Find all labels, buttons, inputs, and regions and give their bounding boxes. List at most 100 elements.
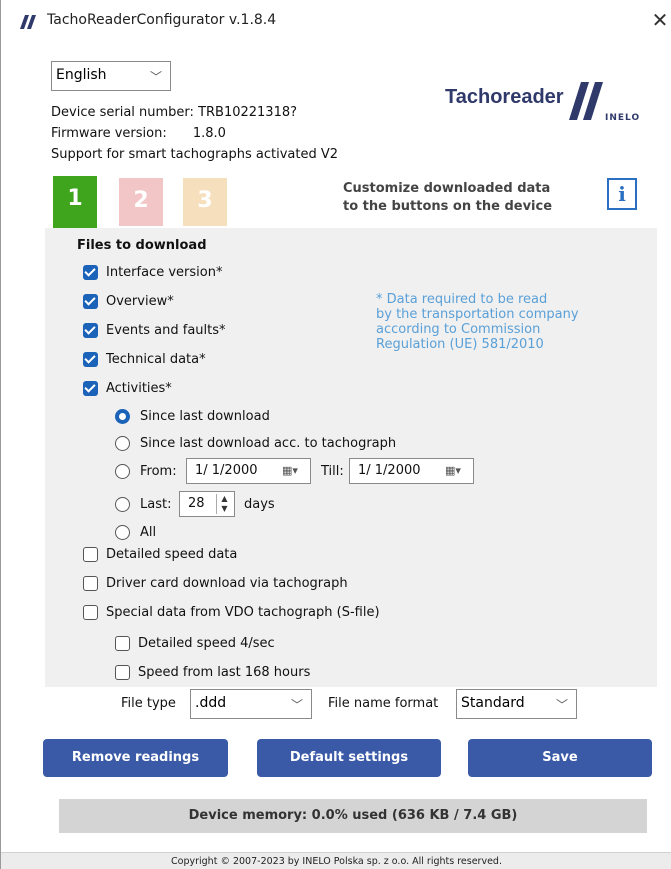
checkbox-label: Speed from last 168 hours: [138, 664, 311, 680]
radio-since-last-download[interactable]: Since last download: [115, 406, 270, 426]
copyright-footer: Copyright © 2007-2023 by INELO Polska sp…: [1, 852, 671, 869]
radio-label: All: [140, 524, 157, 540]
save-button[interactable]: Save: [468, 739, 652, 777]
note-line: according to Commission: [376, 322, 541, 337]
file-type-label: File type: [121, 696, 176, 711]
required-data-note: * Data required to be read by the transp…: [376, 292, 579, 352]
brand-slashes-icon: [569, 82, 603, 120]
checkbox-events-faults[interactable]: Events and faults*: [83, 320, 226, 340]
files-heading: Files to download: [77, 238, 207, 253]
info-icon[interactable]: i: [607, 178, 637, 210]
checkbox-label: Driver card download via tachograph: [106, 575, 348, 591]
radio-selected-icon: [115, 408, 130, 424]
note-line: * Data required to be read: [376, 292, 548, 307]
checkbox-unchecked-icon: [83, 604, 98, 620]
checkbox-label: Interface version*: [106, 264, 223, 280]
customize-hint: Customize downloaded data to the buttons…: [343, 180, 552, 216]
checkbox-activities[interactable]: Activities*: [83, 378, 172, 398]
radio-label: From:: [140, 463, 177, 479]
from-date-value: 1/ 1/2000: [195, 463, 258, 478]
note-line: by the transportation company: [376, 307, 579, 322]
checkbox-label: Events and faults*: [106, 322, 226, 338]
checkbox-interface-version[interactable]: Interface version*: [83, 262, 222, 282]
checkbox-label: Special data from VDO tachograph (S-file…: [106, 604, 380, 620]
note-line: Regulation (UE) 581/2010: [376, 337, 544, 352]
tachoreader-logo-icon: [20, 15, 36, 29]
till-date-value: 1/ 1/2000: [358, 463, 421, 478]
firmware-line: Firmware version: 1.8.0: [51, 126, 226, 141]
serial-number-line: Device serial number: TRB10221318?: [51, 105, 297, 120]
till-label: Till:: [321, 464, 344, 479]
file-name-format-select[interactable]: Standard ﹀: [456, 689, 577, 719]
brand-subtitle: INELO: [605, 113, 641, 123]
radio-unselected-icon: [115, 496, 130, 512]
days-label: days: [244, 497, 275, 512]
checkbox-unchecked-icon: [115, 664, 130, 680]
remove-readings-button[interactable]: Remove readings: [43, 739, 228, 777]
checkbox-checked-icon: [83, 264, 98, 280]
calendar-dropdown-icon: ▦▾: [282, 464, 298, 477]
chevron-down-icon: ﹀: [290, 698, 303, 712]
language-select[interactable]: English ﹀: [51, 61, 171, 91]
radio-unselected-icon: [115, 435, 130, 451]
file-type-value: .ddd: [195, 695, 227, 711]
device-memory-status: Device memory: 0.0% used (636 KB / 7.4 G…: [59, 799, 647, 833]
smart-tacho-support: Support for smart tachographs activated …: [51, 147, 338, 162]
till-date-picker[interactable]: 1/ 1/2000 ▦▾: [349, 458, 474, 484]
checkbox-technical-data[interactable]: Technical data*: [83, 349, 206, 369]
checkbox-checked-icon: [83, 380, 98, 396]
radio-label: Since last download: [140, 408, 270, 424]
checkbox-special-vdo[interactable]: Special data from VDO tachograph (S-file…: [83, 602, 380, 622]
chevron-down-icon: ﹀: [555, 698, 568, 712]
file-type-select[interactable]: .ddd ﹀: [190, 689, 312, 719]
file-name-format-label: File name format: [328, 696, 439, 711]
checkbox-label: Detailed speed 4/sec: [138, 635, 275, 651]
checkbox-label: Overview*: [106, 293, 174, 309]
brand-name: Tachoreader: [445, 86, 564, 108]
customize-line-1: Customize downloaded data: [343, 181, 551, 196]
radio-last[interactable]: Last:: [115, 494, 171, 514]
tab-3[interactable]: 3: [183, 178, 227, 226]
checkbox-detailed-speed[interactable]: Detailed speed data: [83, 544, 237, 564]
checkbox-unchecked-icon: [115, 635, 130, 651]
customize-line-2: to the buttons on the device: [343, 199, 553, 214]
stepper-arrows-icon[interactable]: ▲ ▼: [216, 494, 232, 514]
radio-unselected-icon: [115, 524, 130, 540]
last-days-value: 28: [188, 496, 205, 511]
checkbox-speed-168h[interactable]: Speed from last 168 hours: [115, 662, 310, 682]
checkbox-driver-card[interactable]: Driver card download via tachograph: [83, 573, 348, 593]
checkbox-checked-icon: [83, 293, 98, 309]
tab-1[interactable]: 1: [53, 176, 97, 228]
checkbox-checked-icon: [83, 322, 98, 338]
window-title: TachoReaderConfigurator v.1.8.4: [47, 12, 277, 28]
tab-2[interactable]: 2: [119, 178, 163, 226]
checkbox-label: Technical data*: [106, 351, 206, 367]
from-date-picker[interactable]: 1/ 1/2000 ▦▾: [186, 458, 311, 484]
title-bar: TachoReaderConfigurator v.1.8.4 ✕: [1, 0, 671, 44]
default-settings-button[interactable]: Default settings: [257, 739, 441, 777]
close-icon[interactable]: ✕: [649, 8, 671, 34]
radio-since-last-download-tacho[interactable]: Since last download acc. to tachograph: [115, 433, 396, 453]
checkbox-overview[interactable]: Overview*: [83, 291, 174, 311]
checkbox-label: Activities*: [106, 380, 172, 396]
last-days-stepper[interactable]: 28 ▲ ▼: [179, 491, 235, 517]
calendar-dropdown-icon: ▦▾: [445, 464, 461, 477]
checkbox-unchecked-icon: [83, 546, 98, 562]
radio-all[interactable]: All: [115, 522, 156, 542]
radio-label: Last:: [140, 496, 172, 512]
radio-from[interactable]: From:: [115, 461, 177, 481]
firmware-label: Firmware version:: [51, 126, 167, 141]
firmware-value: 1.8.0: [192, 126, 226, 141]
language-value: English: [56, 67, 107, 83]
serial-value: TRB10221318?: [198, 105, 298, 120]
chevron-down-icon: ﹀: [149, 70, 162, 84]
checkbox-speed-4sec[interactable]: Detailed speed 4/sec: [115, 633, 275, 653]
file-name-format-value: Standard: [461, 695, 525, 711]
radio-label: Since last download acc. to tachograph: [140, 435, 397, 451]
serial-label: Device serial number:: [51, 105, 194, 120]
radio-unselected-icon: [115, 463, 130, 479]
checkbox-unchecked-icon: [83, 575, 98, 591]
app-window: TachoReaderConfigurator v.1.8.4 ✕ Englis…: [0, 0, 671, 869]
checkbox-label: Detailed speed data: [106, 546, 238, 562]
checkbox-checked-icon: [83, 351, 98, 367]
